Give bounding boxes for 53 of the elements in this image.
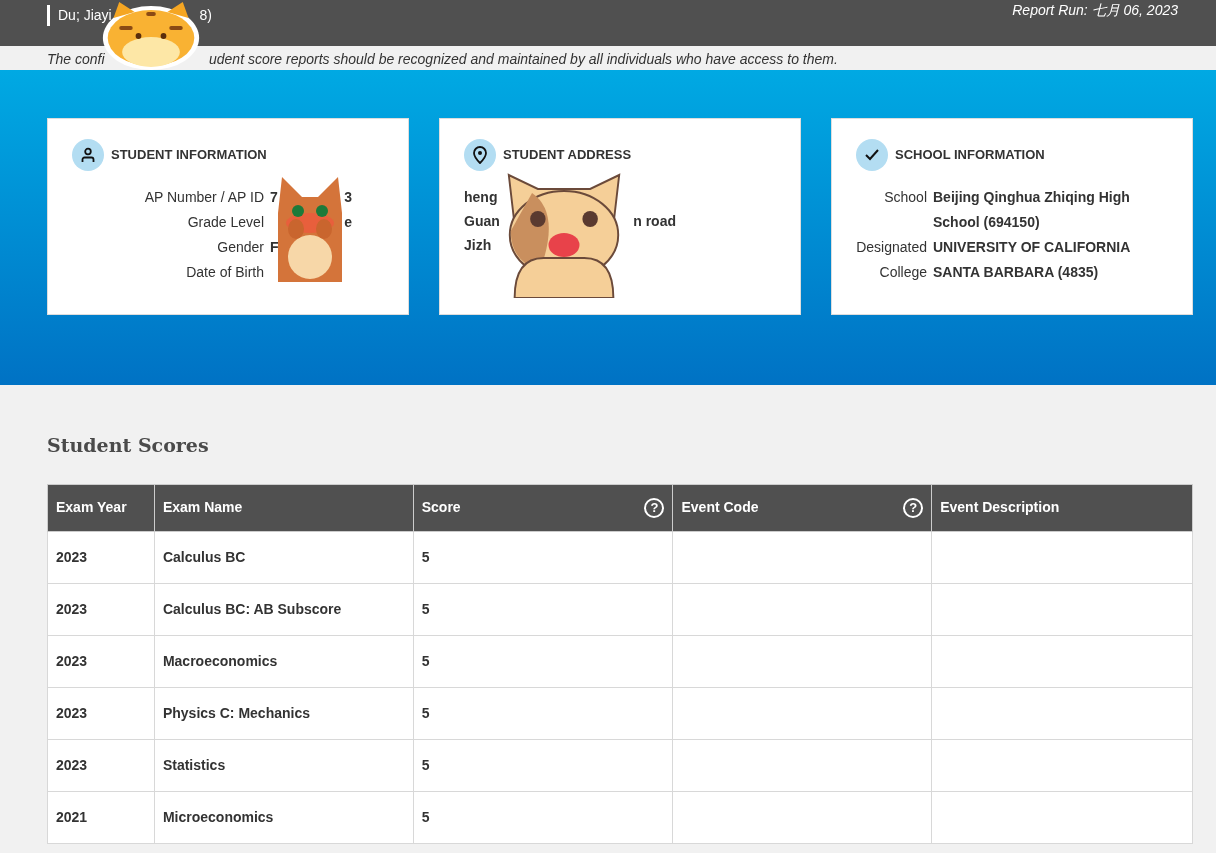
field-value: e <box>344 213 352 232</box>
table-cell: 2023 <box>47 739 155 791</box>
help-icon[interactable]: ? <box>903 497 924 518</box>
address-line: n road <box>633 212 676 231</box>
field-label: Gender <box>216 238 264 257</box>
table-cell: 2023 <box>47 687 155 739</box>
table-cell: Macroeconomics <box>154 635 414 687</box>
table-cell: 5 <box>413 739 673 791</box>
field-value: F <box>270 238 279 257</box>
field-value: 7 <box>270 188 278 207</box>
field-value: Beijing Qinghua Zhiqing High School (694150) <box>933 189 1130 230</box>
column-header: Score <box>421 498 461 517</box>
address-line: Guan <box>464 212 500 231</box>
field-label: Designated College <box>856 239 927 280</box>
table-cell: Statistics <box>154 739 414 791</box>
column-header: Exam Year <box>47 484 155 531</box>
student-name: Du; Jiayi <box>58 6 112 25</box>
report-run-date: Report Run: 七月 06, 2023 <box>1012 1 1178 20</box>
section-title: Student Scores <box>47 433 210 458</box>
field-label: Date of Birth <box>185 263 264 282</box>
field-value: UNIVERSITY OF CALIFORNIA SANTA BARBARA (4835) <box>933 239 1130 280</box>
field-label: AP Number / AP ID <box>143 188 264 207</box>
table-cell: Microeconomics <box>154 791 414 843</box>
address-line: Jizh <box>464 236 492 255</box>
column-header: Event Code <box>681 498 759 517</box>
card-title: STUDENT INFORMATION <box>111 146 267 165</box>
table-cell: 5 <box>413 687 673 739</box>
notice-text: The confi <box>47 50 106 67</box>
field-label: Grade Level <box>186 213 264 232</box>
column-header: Exam Name <box>154 484 414 531</box>
table-cell: 5 <box>413 531 673 583</box>
table-cell: 2023 <box>47 531 155 583</box>
table-cell: 2023 <box>47 635 155 687</box>
check-icon <box>864 148 880 162</box>
notice-text: udent score reports should be recognized and maintained by all individuals who have access to them. <box>209 50 838 67</box>
table-cell: Calculus BC <box>154 531 414 583</box>
table-cell: 2023 <box>47 583 155 635</box>
location-pin-icon <box>472 146 488 164</box>
table-cell: 2021 <box>47 791 155 843</box>
field-label: School <box>884 189 927 205</box>
student-name: 8) <box>199 6 212 25</box>
address-line: heng <box>464 188 498 207</box>
table-cell: 5 <box>413 791 673 843</box>
column-header: Event Description <box>931 484 1193 531</box>
field-value: 3 <box>344 188 352 207</box>
person-icon <box>80 147 96 163</box>
card-title: STUDENT ADDRESS <box>503 146 632 165</box>
table-cell: 5 <box>413 635 673 687</box>
table-cell: Physics C: Mechanics <box>154 687 414 739</box>
table-cell: 5 <box>413 583 673 635</box>
card-title: SCHOOL INFORMATION <box>895 146 1045 165</box>
help-icon[interactable]: ? <box>644 497 665 518</box>
table-cell: Calculus BC: AB Subscore <box>154 583 414 635</box>
